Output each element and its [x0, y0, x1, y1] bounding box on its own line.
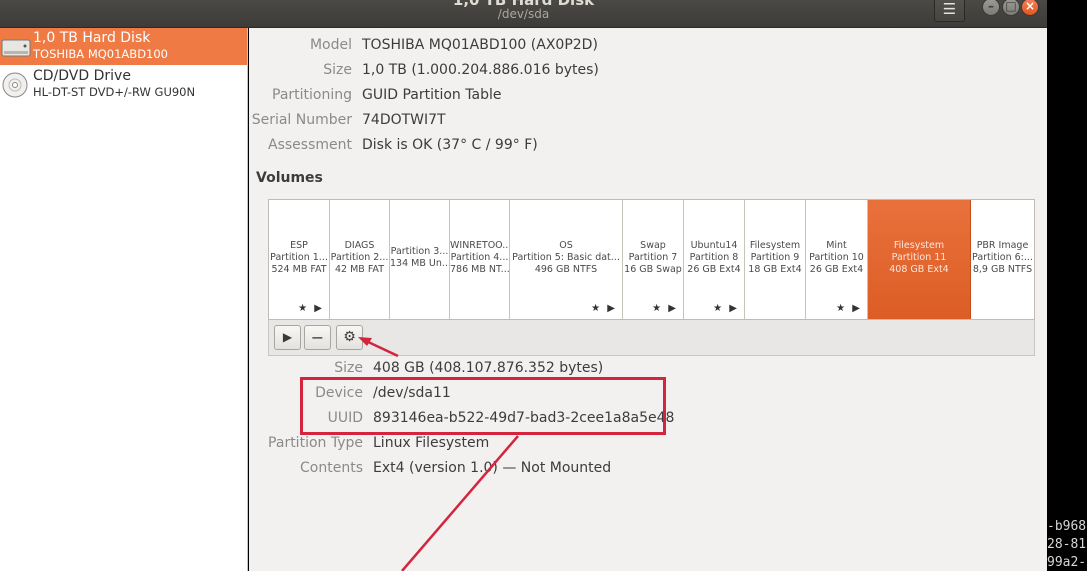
- mount-play-icon: ★ ▶: [652, 303, 678, 314]
- volume-size: 134 MB Un...: [390, 258, 449, 269]
- optical-drive-icon: [2, 72, 28, 98]
- size-value: 1,0 TB (1.000.204.886.016 bytes): [362, 62, 599, 78]
- volume-segment[interactable]: Partition 3... 134 MB Un...: [390, 200, 450, 319]
- volume-map: ESP Partition 1... 524 MB FAT ★ ▶ DIAGS Par…: [268, 199, 1035, 320]
- volume-size: 26 GB Ext4: [809, 264, 864, 275]
- terminal-line: 99a2-: [1047, 555, 1087, 570]
- serial-number-label: Serial Number: [251, 112, 352, 128]
- volume-toolbar: ▶ − ⚙: [268, 320, 1035, 356]
- volume-segment[interactable]: WINRETOO... Partition 4... 786 MB NT...: [450, 200, 510, 319]
- sidebar-item-model: TOSHIBA MQ01ABD100: [33, 47, 168, 61]
- volumes-heading: Volumes: [256, 170, 323, 186]
- volume-segment-selected[interactable]: Filesystem Partition 11 408 GB Ext4: [868, 200, 971, 319]
- sidebar-item-hard-disk[interactable]: 1,0 TB Hard Disk TOSHIBA MQ01ABD100: [0, 28, 247, 65]
- volume-partition: Partition 11: [891, 252, 947, 263]
- mount-button[interactable]: ▶: [274, 325, 301, 350]
- assessment-label: Assessment: [268, 137, 352, 153]
- size-label: Size: [323, 62, 352, 78]
- volume-segment[interactable]: Ubuntu14 Partition 8 26 GB Ext4 ★ ▶: [684, 200, 745, 319]
- volume-size: 8,9 GB NTFS: [972, 264, 1033, 275]
- model-value: TOSHIBA MQ01ABD100 (AX0P2D): [362, 37, 598, 53]
- volume-size: 42 MB FAT: [335, 264, 384, 275]
- volume-size: 18 GB Ext4: [748, 264, 802, 275]
- mount-play-icon: ★ ▶: [298, 303, 324, 314]
- mount-play-icon: ★ ▶: [836, 303, 862, 314]
- volume-partition: Partition 2...: [330, 252, 389, 263]
- mount-play-icon: ★ ▶: [591, 303, 617, 314]
- volume-name: Mint: [826, 240, 847, 251]
- volume-size: 16 GB Swap: [624, 264, 682, 275]
- contents-value: Ext4 (version 1.0) — Not Mounted: [373, 460, 612, 476]
- volume-partition: Partition 7: [628, 252, 678, 263]
- partition-type-value: Linux Filesystem: [373, 435, 490, 451]
- volume-size: 786 MB NT...: [450, 264, 509, 275]
- sidebar-item-label: CD/DVD Drive: [33, 68, 131, 84]
- hard-disk-icon: [1, 39, 31, 57]
- disk-details-panel: Model TOSHIBA MQ01ABD100 (AX0P2D) Size 1…: [249, 28, 1047, 571]
- volume-name: Ubuntu14: [690, 240, 738, 251]
- volume-name: DIAGS: [344, 240, 375, 251]
- terminal-line: 28-81: [1047, 537, 1087, 552]
- gear-icon: ⚙: [343, 329, 356, 345]
- volume-name: Swap: [640, 240, 666, 251]
- volume-size: 496 GB NTFS: [534, 264, 598, 275]
- volume-name: WINRETOO...: [450, 240, 509, 251]
- volume-partition: Partition 8: [689, 252, 739, 263]
- volume-size: 524 MB FAT: [271, 264, 327, 275]
- serial-number-value: 74DOTWI7T: [362, 112, 446, 128]
- volume-segment[interactable]: DIAGS Partition 2... 42 MB FAT: [330, 200, 390, 319]
- mount-play-icon: ★ ▶: [713, 303, 739, 314]
- assessment-value: Disk is OK (37° C / 99° F): [362, 137, 538, 153]
- terminal-background: [1047, 0, 1087, 571]
- window-subtitle: /dev/sda: [497, 7, 550, 21]
- volume-partition: Partition 1...: [270, 252, 328, 263]
- partition-size-label: Size: [334, 360, 363, 376]
- model-label: Model: [309, 37, 352, 53]
- volume-size: 26 GB Ext4: [687, 264, 741, 275]
- volume-name: Filesystem: [893, 240, 945, 251]
- play-icon: ▶: [282, 330, 293, 344]
- annotation-highlight-box: [300, 377, 666, 435]
- partition-type-label: Partition Type: [268, 435, 363, 451]
- volume-name: PBR Image: [976, 240, 1029, 251]
- minus-icon: −: [310, 328, 325, 347]
- partitioning-label: Partitioning: [272, 87, 352, 103]
- volume-partition: Partition 3...: [390, 246, 449, 257]
- volume-segment[interactable]: Mint Partition 10 26 GB Ext4 ★ ▶: [806, 200, 868, 319]
- volume-segment[interactable]: Swap Partition 7 16 GB Swap ★ ▶: [623, 200, 684, 319]
- volume-partition: Partition 9: [750, 252, 800, 263]
- drive-sidebar: 1,0 TB Hard Disk TOSHIBA MQ01ABD100 CD/D…: [0, 28, 248, 571]
- sidebar-item-model: HL-DT-ST DVD+/-RW GU90N: [33, 85, 196, 99]
- sidebar-item-cd-dvd-drive[interactable]: CD/DVD Drive HL-DT-ST DVD+/-RW GU90N: [0, 66, 247, 103]
- volume-partition: Partition 4...: [450, 252, 509, 263]
- volume-segment[interactable]: ESP Partition 1... 524 MB FAT ★ ▶: [269, 200, 330, 319]
- volume-segment[interactable]: OS Partition 5: Basic dat... 496 GB NTFS ★…: [510, 200, 623, 319]
- title-bar: 1,0 TB Hard Disk /dev/sda ☰ – □ ×: [0, 0, 1047, 28]
- hamburger-icon: ☰: [942, 0, 957, 18]
- terminal-line: -b968: [1047, 519, 1087, 534]
- partition-options-button[interactable]: ⚙: [336, 325, 363, 350]
- terminal-text: -b968 28-81 99a2-: [1047, 518, 1087, 571]
- volume-segment[interactable]: Filesystem Partition 9 18 GB Ext4: [745, 200, 806, 319]
- app-menu-button[interactable]: ☰: [934, 0, 965, 22]
- volume-name: OS: [559, 240, 573, 251]
- volume-partition: Partition 10: [809, 252, 864, 263]
- volume-size: 408 GB Ext4: [889, 264, 949, 275]
- volume-partition: Partition 6:...: [972, 252, 1033, 263]
- partition-size-value: 408 GB (408.107.876.352 bytes): [373, 360, 604, 376]
- volume-name: ESP: [290, 240, 308, 251]
- volume-segment[interactable]: PBR Image Partition 6:... 8,9 GB NTFS: [971, 200, 1034, 319]
- volume-partition: Partition 5: Basic dat...: [512, 252, 620, 263]
- delete-partition-button[interactable]: −: [304, 325, 331, 350]
- sidebar-item-label: 1,0 TB Hard Disk: [33, 30, 151, 46]
- contents-label: Contents: [300, 460, 363, 476]
- partitioning-value: GUID Partition Table: [362, 87, 502, 103]
- volume-name: Filesystem: [749, 240, 801, 251]
